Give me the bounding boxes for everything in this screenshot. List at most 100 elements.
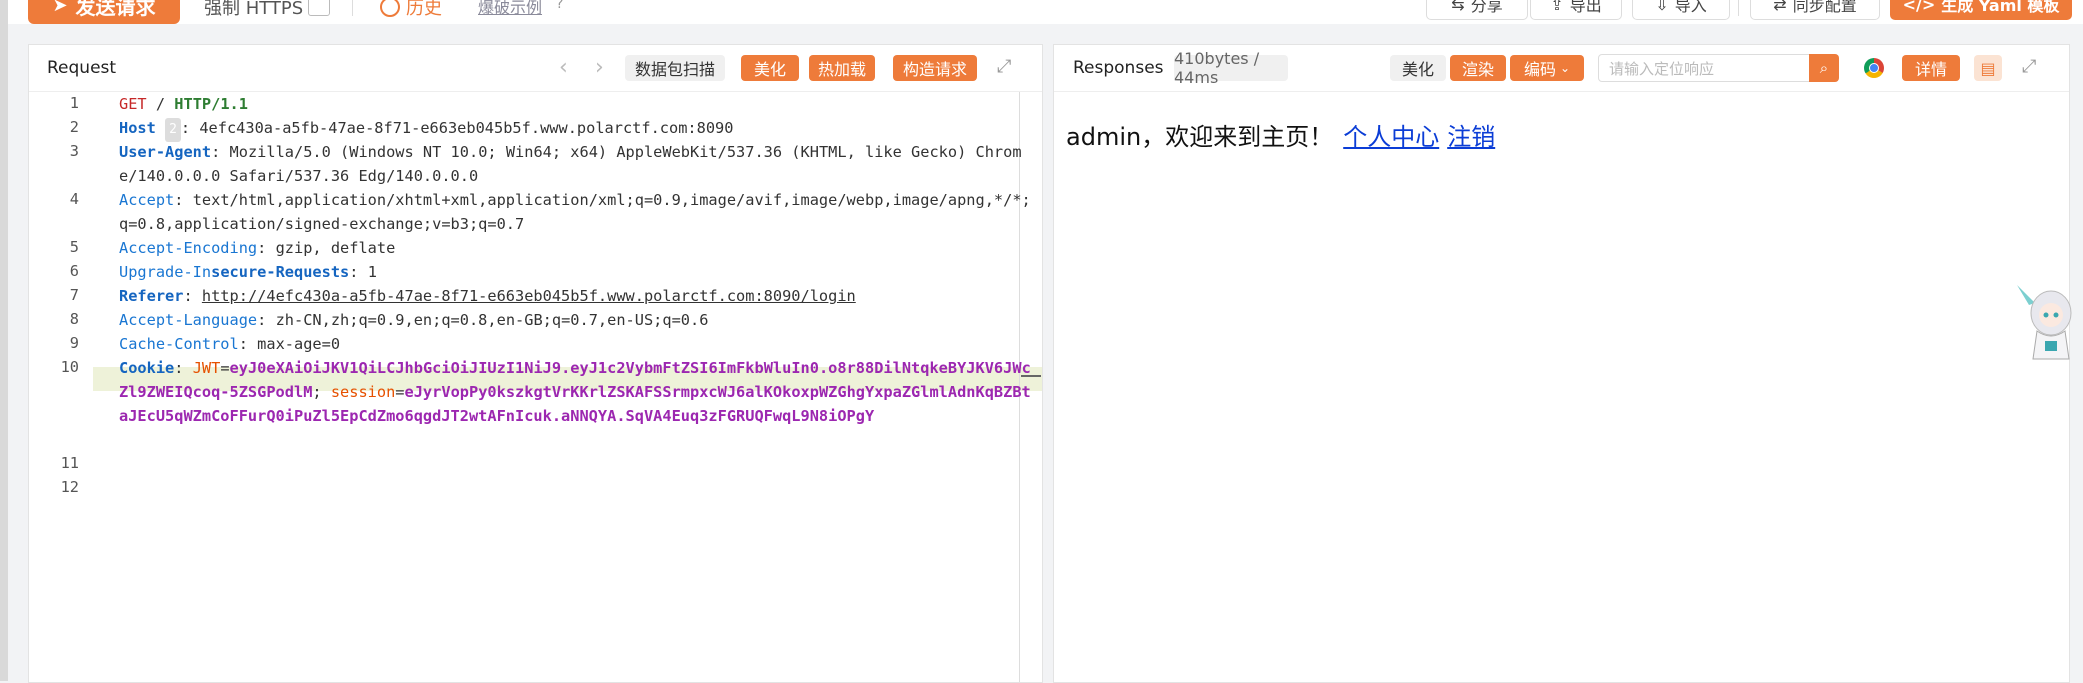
header-user-agent: User-Agent: Mozilla/5.0 (Windows NT 10.0…: [119, 143, 1022, 185]
header-cache-control: Cache-Control: max-age=0: [119, 335, 341, 353]
help-icon[interactable]: ?: [556, 0, 563, 12]
comment-icon[interactable]: ▤: [1974, 55, 2002, 81]
line-number: 7: [69, 286, 79, 304]
line-number-gutter: 1 2 3 4 5 6 7 8 9 10 11 12: [29, 92, 93, 682]
share-icon: ⇆: [1451, 0, 1465, 14]
export-button[interactable]: ⇪ 导出: [1530, 0, 1622, 20]
response-beautify-button[interactable]: 美化: [1390, 55, 1446, 81]
share-label: 分享: [1470, 0, 1503, 15]
header-accept-encoding: Accept-Encoding: gzip, deflate: [119, 239, 396, 257]
rendered-response: admin，欢迎来到主页！ 个人中心 注销: [1066, 117, 1495, 152]
header-value: 4efc430a-a5fb-47ae-8f71-e663eb045b5f.www…: [199, 119, 734, 137]
line-number: 9: [69, 334, 79, 352]
encoding-dropdown[interactable]: 编码 ⌄: [1510, 55, 1584, 81]
mascot-eye: [2053, 312, 2059, 318]
render-button[interactable]: 渲染: [1450, 55, 1506, 81]
share-button[interactable]: ⇆ 分享: [1426, 0, 1528, 20]
line-number: 11: [60, 454, 79, 472]
cookie-name: JWT: [192, 359, 221, 377]
history-label: 历史: [406, 0, 442, 19]
history-button[interactable]: 历史: [380, 0, 442, 20]
code-icon: </>: [1902, 0, 1936, 14]
force-https-checkbox[interactable]: [308, 0, 330, 16]
line-number: 10: [60, 358, 79, 376]
import-label: 导入: [1674, 0, 1707, 15]
request-panel: Request ‹ › 数据包扫描 美化 热加载 构造请求 ⤢ 1 2 3 4 …: [28, 44, 1043, 683]
mascot-face: [2039, 303, 2063, 327]
request-header: Request ‹ › 数据包扫描 美化 热加载 构造请求 ⤢: [29, 45, 1042, 92]
line-number: 12: [60, 478, 79, 496]
logout-link[interactable]: 注销: [1447, 123, 1495, 151]
http-version: HTTP/1.1: [174, 95, 248, 113]
header-cookie: Cookie: JWT=eyJ0eXAiOiJKV1QiLCJhbGciOiJI…: [119, 359, 1031, 425]
chrome-browser-icon[interactable]: [1864, 58, 1884, 78]
request-editor[interactable]: 1 2 3 4 5 6 7 8 9 10 11 12 GET / HTTP/1.…: [29, 92, 1042, 682]
chevron-down-icon: ⌄: [1559, 61, 1571, 75]
cookie-name: session: [330, 383, 396, 401]
header-value: text/html,application/xhtml+xml,applicat…: [119, 191, 1031, 233]
search-button[interactable]: ⌕: [1809, 54, 1839, 82]
generate-yaml-label: 生成 Yaml 模板: [1941, 0, 2060, 15]
http-method: GET: [119, 95, 147, 113]
response-meta: 410bytes / 44ms: [1174, 49, 1288, 87]
beautify-button[interactable]: 美化: [741, 55, 799, 81]
line-number: 6: [69, 262, 79, 280]
profile-link[interactable]: 个人中心: [1343, 123, 1439, 151]
search-icon: ⌕: [1819, 59, 1829, 77]
sync-config-button[interactable]: ⇄ 同步配置: [1750, 0, 1880, 20]
response-title: Responses: [1073, 58, 1164, 78]
toolbar-divider: [352, 0, 353, 16]
mascot-character-image: [2017, 285, 2072, 360]
expand-icon[interactable]: ⤢: [2022, 56, 2036, 77]
response-panel: Responses 410bytes / 44ms 美化 渲染 编码 ⌄ 请输入…: [1053, 44, 2070, 683]
response-header: Responses 410bytes / 44ms 美化 渲染 编码 ⌄ 请输入…: [1054, 45, 2069, 92]
referer-url[interactable]: http://4efc430a-a5fb-47ae-8f71-e663eb045…: [202, 287, 856, 305]
header-key: Accept: [119, 191, 175, 209]
send-request-button[interactable]: ➤ 发送请求: [28, 0, 180, 24]
send-icon: ➤: [52, 0, 68, 16]
header-value: zh-CN,zh;q=0.9,en;q=0.8,en-GB;q=0.7,en-U…: [275, 311, 709, 329]
line-number: 1: [69, 94, 79, 112]
header-key: Cookie: [119, 359, 175, 377]
header-key: Accept-Encoding: [119, 239, 258, 257]
header-accept-language: Accept-Language: zh-CN,zh;q=0.9,en;q=0.8…: [119, 311, 709, 329]
packet-scan-button[interactable]: 数据包扫描: [625, 55, 725, 81]
force-https-label: 强制 HTTPS: [204, 0, 304, 19]
response-text: admin，欢迎来到主页！: [1066, 123, 1334, 151]
build-request-button[interactable]: 构造请求: [893, 55, 977, 81]
header-referer: Referer: http://4efc430a-a5fb-47ae-8f71-…: [119, 287, 856, 305]
import-icon: ⇩: [1655, 0, 1669, 14]
header-upgrade-insecure: Upgrade-Insecure-Requests: 1: [119, 263, 377, 281]
sync-config-label: 同步配置: [1792, 0, 1857, 15]
header-key: User-Agent: [119, 143, 212, 161]
request-path: /: [155, 95, 166, 113]
header-key-part: secure-Requests: [211, 263, 350, 281]
send-request-label: 发送请求: [75, 0, 156, 19]
clock-icon: [380, 0, 400, 17]
forward-arrow-icon[interactable]: ›: [595, 55, 604, 80]
brute-force-example-link[interactable]: 爆破示例: [478, 0, 542, 18]
generate-yaml-button[interactable]: </> 生成 Yaml 模板: [1890, 0, 2072, 20]
expand-icon[interactable]: ⤢: [997, 56, 1011, 77]
header-value: max-age=0: [257, 335, 341, 353]
line-number: 5: [69, 238, 79, 256]
header-accept: Accept: text/html,application/xhtml+xml,…: [119, 191, 1031, 233]
sync-icon: ⇄: [1773, 0, 1787, 14]
header-value: gzip, deflate: [275, 239, 396, 257]
header-value: 1: [367, 263, 377, 281]
line-number: 2: [69, 118, 79, 136]
response-search-input[interactable]: 请输入定位响应: [1598, 54, 1838, 82]
toolbar-divider: [1738, 0, 1739, 16]
host-badge: 2: [165, 118, 181, 142]
hot-load-button[interactable]: 热加载: [809, 55, 875, 81]
line-number: 8: [69, 310, 79, 328]
header-key: Host: [119, 119, 156, 137]
back-arrow-icon[interactable]: ‹: [559, 55, 568, 80]
header-value: Mozilla/5.0 (Windows NT 10.0; Win64; x64…: [119, 143, 1022, 185]
import-button[interactable]: ⇩ 导入: [1632, 0, 1730, 20]
header-key: Accept-Language: [119, 311, 258, 329]
header-key-part: Upgrade-In: [119, 263, 212, 281]
details-button[interactable]: 详情: [1902, 55, 1960, 81]
mascot-eye: [2043, 312, 2049, 318]
encoding-label: 编码: [1523, 60, 1556, 79]
